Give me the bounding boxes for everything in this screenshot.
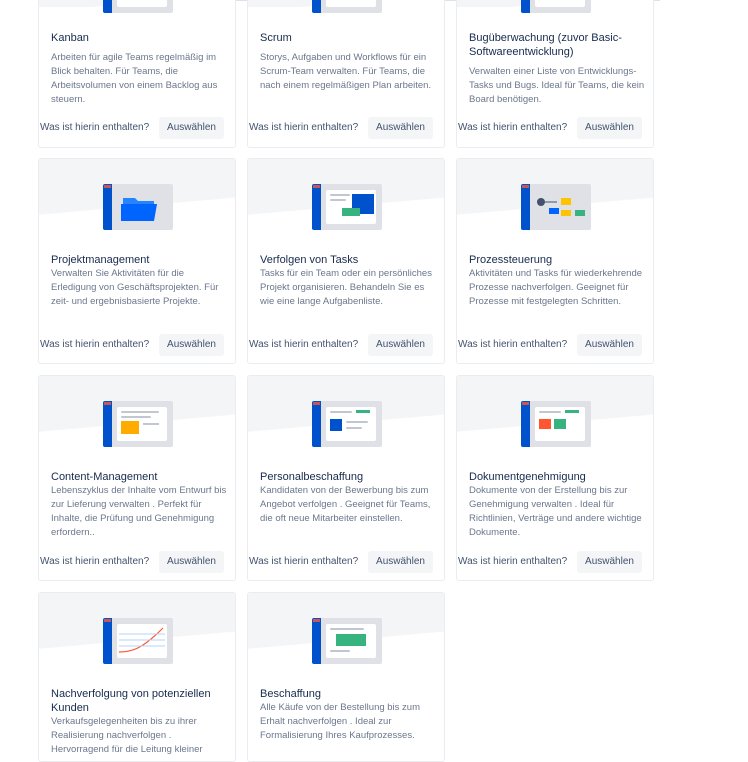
card-description: Kandidaten von der Bewerbung bis zum Ang… (260, 485, 431, 524)
card-title: Prozessteuerung (469, 254, 553, 266)
card-description: Aktivitäten und Tasks für wiederkehrende… (469, 268, 643, 307)
card-title: Beschaffung (260, 688, 321, 700)
template-card-bug-tracking[interactable]: Bugüberwachung (zuvor Basic-Softwareentw… (456, 0, 654, 148)
whats-included-link[interactable]: Was ist hierin enthalten? (249, 338, 358, 352)
bug-tracking-illustration-icon (521, 0, 591, 13)
card-title: Bugüberwachung (zuvor Basic-Softwareentw… (469, 32, 622, 58)
template-card-content-management[interactable]: Content-Management Lebenszyklus der Inha… (38, 375, 236, 581)
whats-included-link[interactable]: Was ist hierin enthalten? (458, 555, 567, 569)
template-card-task-tracking[interactable]: Verfolgen von Tasks Tasks für ein Team o… (247, 158, 445, 364)
select-button[interactable]: Auswählen (368, 551, 433, 573)
card-description: Dokumente von der Erstellung bis zur Gen… (469, 485, 642, 538)
whats-included-link[interactable]: Was ist hierin enthalten? (458, 338, 567, 352)
whats-included-link[interactable]: Was ist hierin enthalten? (40, 121, 149, 135)
card-description: Alle Käufe von der Bestellung bis zum Er… (260, 702, 421, 741)
procurement-illustration-icon (312, 618, 382, 664)
select-button[interactable]: Auswählen (577, 117, 642, 139)
card-title: Scrum (260, 32, 292, 44)
template-card-process-control[interactable]: Prozessteuerung Aktivitäten und Tasks fü… (456, 158, 654, 364)
template-card-scrum[interactable]: Scrum Storys, Aufgaben und Workflows für… (247, 0, 445, 148)
card-description: Verkaufsgelegenheiten bis zu ihrer Reali… (51, 716, 203, 755)
card-description: Verwalten einer Liste von Entwicklungs-T… (469, 66, 645, 105)
select-button[interactable]: Auswählen (159, 551, 224, 573)
folder-illustration-icon (103, 184, 173, 230)
kanban-illustration-icon (103, 0, 173, 13)
card-title: Projektmanagement (51, 254, 150, 266)
template-card-lead-tracking[interactable]: Nachverfolgung von potenziellen Kunden V… (38, 592, 236, 762)
card-title: Verfolgen von Tasks (260, 254, 359, 266)
select-button[interactable]: Auswählen (159, 117, 224, 139)
whats-included-link[interactable]: Was ist hierin enthalten? (458, 121, 567, 135)
card-description: Arbeiten für agile Teams regelmäßig im B… (51, 52, 218, 105)
card-description: Verwalten Sie Aktivitäten für die Erledi… (51, 268, 219, 307)
card-title: Content-Management (51, 471, 158, 483)
select-button[interactable]: Auswählen (368, 117, 433, 139)
select-button[interactable]: Auswählen (159, 334, 224, 356)
content-illustration-icon (103, 401, 173, 447)
select-button[interactable]: Auswählen (577, 551, 642, 573)
document-illustration-icon (521, 401, 591, 447)
template-card-project-management[interactable]: Projektmanagement Verwalten Sie Aktivitä… (38, 158, 236, 364)
card-description: Storys, Aufgaben und Workflows für ein S… (260, 52, 432, 91)
whats-included-link[interactable]: Was ist hierin enthalten? (40, 555, 149, 569)
card-title: Kanban (51, 32, 89, 44)
whats-included-link[interactable]: Was ist hierin enthalten? (249, 555, 358, 569)
task-illustration-icon (312, 184, 382, 230)
template-card-procurement[interactable]: Beschaffung Alle Käufe von der Bestellun… (247, 592, 445, 762)
recruiting-illustration-icon (312, 401, 382, 447)
select-button[interactable]: Auswählen (368, 334, 433, 356)
chart-illustration-icon (103, 618, 173, 664)
whats-included-link[interactable]: Was ist hierin enthalten? (249, 121, 358, 135)
card-title: Personalbeschaffung (260, 471, 364, 483)
template-card-kanban[interactable]: Kanban Arbeiten für agile Teams regelmäß… (38, 0, 236, 148)
card-description: Lebenszyklus der Inhalte vom Entwurf bis… (51, 485, 227, 538)
select-button[interactable]: Auswählen (577, 334, 642, 356)
whats-included-link[interactable]: Was ist hierin enthalten? (40, 338, 149, 352)
scrum-illustration-icon (312, 0, 382, 13)
template-card-recruiting[interactable]: Personalbeschaffung Kandidaten von der B… (247, 375, 445, 581)
card-description: Tasks für ein Team oder ein persönliches… (260, 268, 432, 307)
template-card-document-approval[interactable]: Dokumentgenehmigung Dokumente von der Er… (456, 375, 654, 581)
process-illustration-icon (521, 184, 591, 230)
card-title: Nachverfolgung von potenziellen Kunden (51, 688, 211, 714)
card-title: Dokumentgenehmigung (469, 471, 586, 483)
